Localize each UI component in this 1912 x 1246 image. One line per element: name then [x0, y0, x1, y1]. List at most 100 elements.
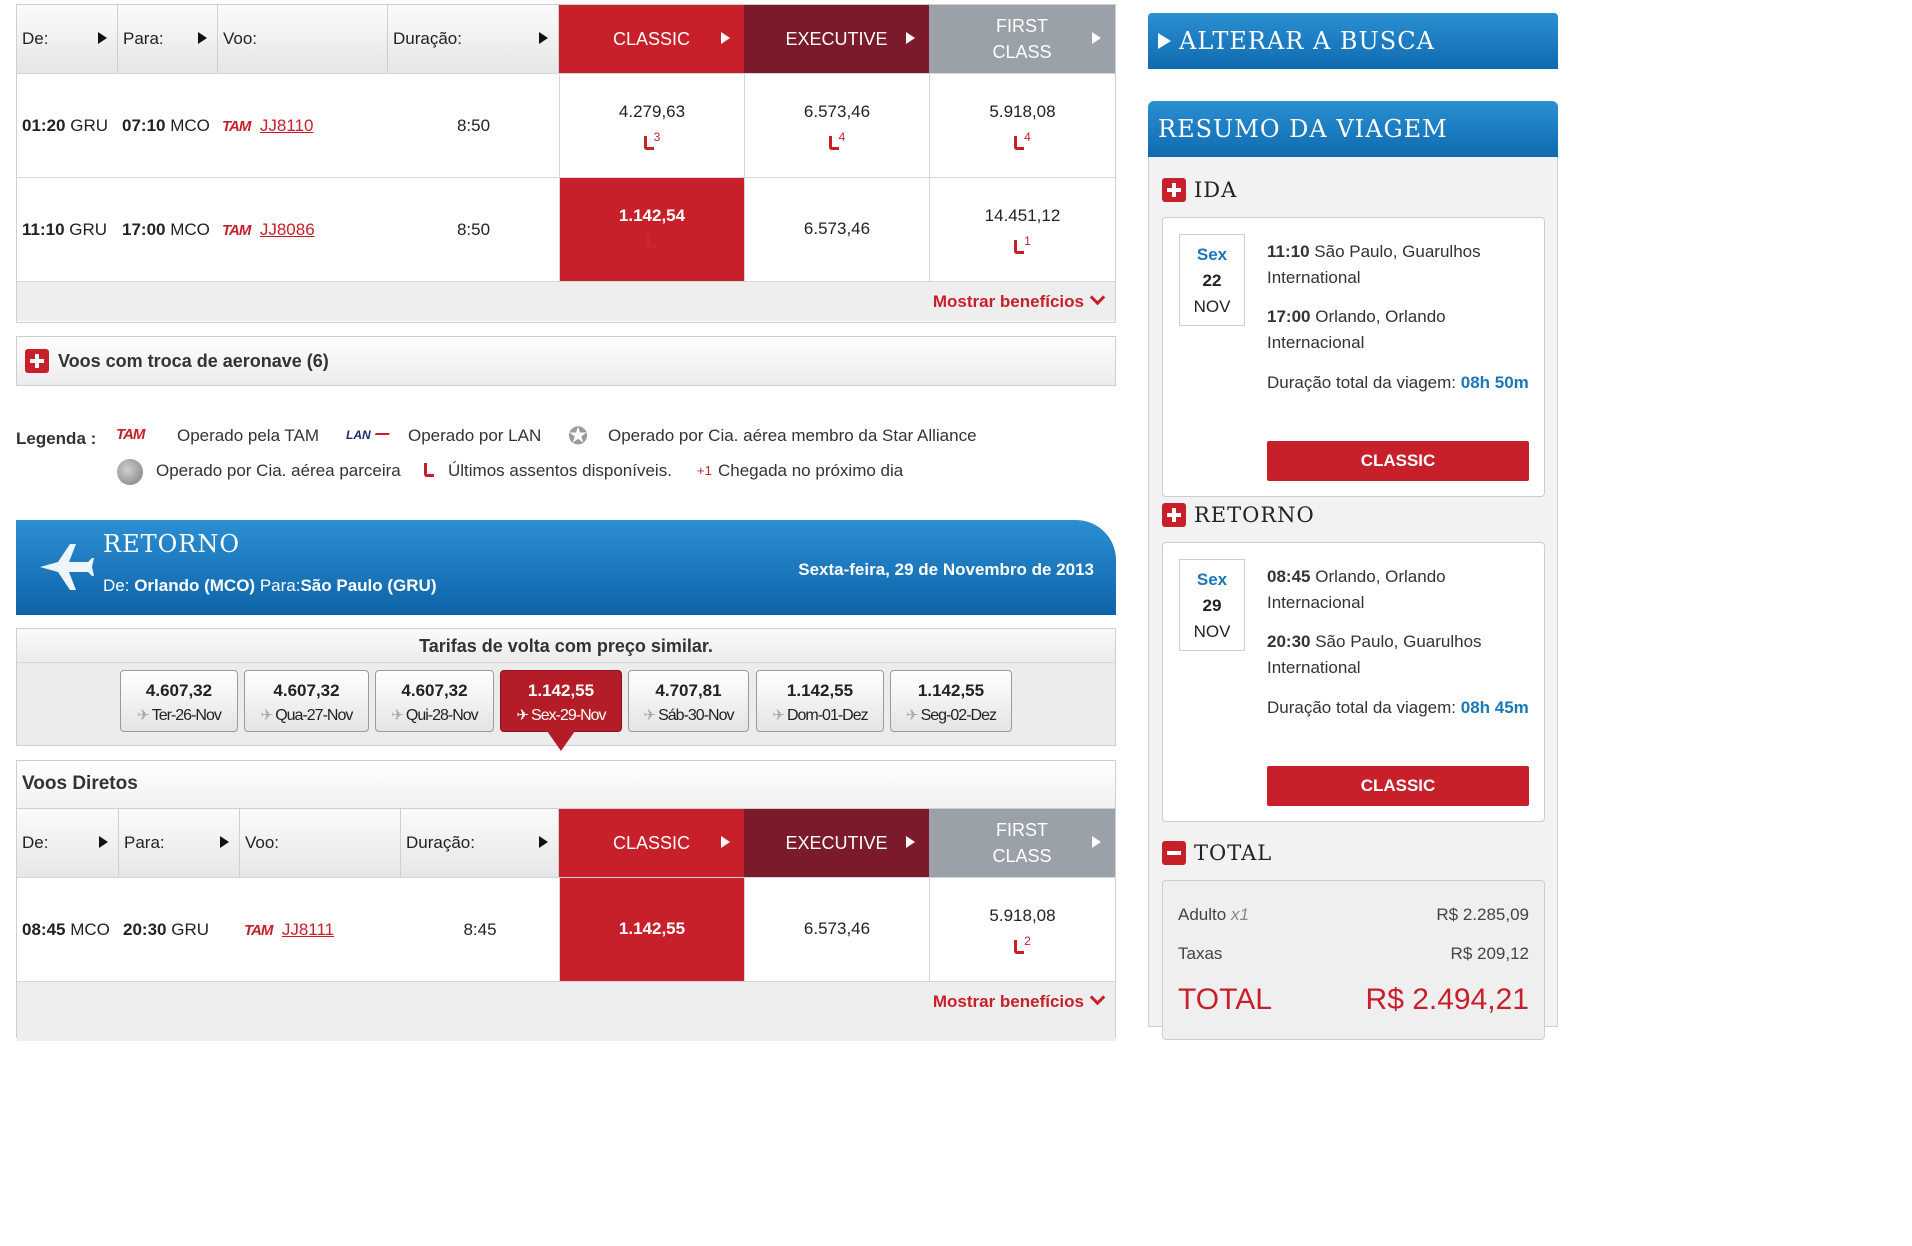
header-first-class[interactable]: FIRST CLASS — [929, 5, 1115, 73]
header-classic[interactable]: CLASSIC — [559, 5, 744, 73]
taxes-value: R$ 209,12 — [1450, 944, 1529, 963]
outbound-departure: 11:10 São Paulo, Guarulhos International — [1267, 242, 1481, 287]
header-to[interactable]: Para: — [119, 809, 240, 877]
tam-logo-icon: TAM — [116, 426, 145, 443]
date-option[interactable]: 4.607,32 ✈ Ter-26-Nov — [120, 670, 238, 732]
legend-last-seats: Últimos assentos disponíveis. — [448, 461, 672, 480]
show-benefits-link[interactable]: Mostrar benefícios — [933, 289, 1106, 312]
legend-partner: Operado por Cia. aérea parceira — [156, 461, 401, 480]
header-to-label: Para: — [123, 29, 164, 48]
flight-link[interactable]: JJ8086 — [260, 220, 315, 240]
return-toggle[interactable]: RETORNO — [1162, 503, 1315, 527]
header-duration[interactable]: Duração: — [388, 5, 559, 73]
outbound-leg-card: Sex 22 NOV 11:10 São Paulo, Guarulhos Inte… — [1162, 217, 1545, 497]
adult-label: Adulto x1 — [1178, 905, 1249, 924]
tam-logo-icon: TAM — [222, 117, 251, 135]
last-seats-icon — [828, 136, 839, 151]
sort-arrow-icon — [1092, 836, 1101, 848]
header-flight: Voo: — [240, 809, 401, 877]
header-executive-label: EXECUTIVE — [785, 29, 888, 49]
outbound-date-badge: Sex 22 NOV — [1179, 234, 1245, 326]
fare-executive[interactable]: 6.573,46 — [744, 178, 929, 282]
connections-toggle[interactable]: Voos com troca de aeronave (6) — [16, 336, 1116, 386]
header-duration-label: Duração: — [393, 29, 462, 48]
fare-first[interactable]: 14.451,12 1 — [929, 178, 1115, 282]
fare-classic-selected[interactable]: 1.142,55 — [559, 878, 744, 982]
chevron-down-icon — [1089, 289, 1106, 306]
date-option[interactable]: 4.707,81 ✈ Sáb-30-Nov — [628, 670, 749, 732]
selected-pointer — [547, 731, 575, 751]
fare-executive[interactable]: 6.573,46 — [744, 878, 929, 982]
legend-tam: Operado pela TAM — [177, 426, 320, 445]
sort-arrow-icon — [906, 32, 915, 44]
plane-icon — [40, 544, 94, 590]
outbound-toggle[interactable]: IDA — [1162, 178, 1237, 202]
last-seats-icon — [1014, 136, 1025, 151]
show-benefits-link[interactable]: Mostrar benefícios — [933, 989, 1106, 1012]
date-option[interactable]: 4.607,32 ✈ Qua-27-Nov — [244, 670, 369, 732]
adult-value: R$ 2.285,09 — [1436, 905, 1529, 924]
date-option[interactable]: 1.142,55 ✈ Seg-02-Dez — [890, 670, 1012, 732]
star-alliance-icon: ✪ — [568, 423, 589, 450]
plane-icon: ✈ — [260, 707, 274, 724]
table-footer: Mostrar benefícios — [17, 281, 1115, 321]
connections-label: Voos com troca de aeronave (6) — [58, 350, 329, 371]
total-card: Adulto x1 R$ 2.285,09 Taxas R$ 209,12 TO… — [1162, 880, 1545, 1040]
header-first-label: FIRST CLASS — [992, 16, 1052, 62]
return-arrival: 20:30 São Paulo, Guarulhos International — [1267, 632, 1482, 677]
outbound-class-button[interactable]: CLASSIC — [1267, 441, 1529, 481]
sort-arrow-icon — [1092, 32, 1101, 44]
sort-arrow-icon — [906, 836, 915, 848]
outbound-flights-table: De: Para: Voo: Duração: CLASSIC EXECUTIV… — [16, 4, 1116, 323]
header-classic[interactable]: CLASSIC — [559, 809, 744, 877]
sort-arrow-icon — [98, 32, 107, 44]
expand-icon — [25, 349, 49, 373]
flight-number: TAM JJ8086 — [222, 178, 382, 282]
fare-first[interactable]: 5.918,08 2 — [929, 878, 1115, 982]
last-seats-icon — [1014, 240, 1025, 255]
trip-summary-title: RESUMO DA VIAGEM — [1158, 115, 1448, 143]
outbound-label: IDA — [1194, 178, 1238, 202]
total-toggle[interactable]: TOTAL — [1162, 841, 1272, 865]
direct-flights-title: Voos Diretos — [22, 773, 138, 794]
taxes-label: Taxas — [1178, 944, 1223, 963]
return-date: Sexta-feira, 29 de Novembro de 2013 — [798, 560, 1094, 579]
outbound-duration: Duração total da viagem: 08h 50m — [1267, 373, 1529, 392]
plus-one-marker: +1 — [697, 463, 712, 478]
header-from[interactable]: De: — [17, 5, 118, 73]
header-duration-label: Duração: — [406, 833, 475, 852]
last-seats-icon — [424, 463, 434, 477]
header-to[interactable]: Para: — [118, 5, 218, 73]
duration: 8:50 — [456, 220, 491, 239]
table-footer: Mostrar benefícios — [17, 981, 1115, 1041]
departure: 11:10 GRU — [22, 220, 108, 239]
tam-logo-icon: TAM — [244, 921, 273, 939]
change-search-button[interactable]: ALTERAR A BUSCA — [1148, 13, 1558, 69]
header-executive[interactable]: EXECUTIVE — [744, 809, 929, 877]
flight-link[interactable]: JJ8110 — [260, 116, 314, 136]
plane-icon: ✈ — [516, 707, 529, 724]
fare-executive[interactable]: 6.573,46 4 — [744, 74, 929, 178]
fare-first[interactable]: 5.918,08 4 — [929, 74, 1115, 178]
sort-arrow-icon — [539, 32, 548, 44]
flight-number: TAM JJ8110 — [222, 74, 382, 178]
date-option[interactable]: 4.607,32 ✈ Qui-28-Nov — [375, 670, 494, 732]
expand-icon — [1162, 178, 1186, 202]
sort-arrow-icon — [721, 32, 730, 44]
play-arrow-icon — [1158, 33, 1171, 49]
header-executive[interactable]: EXECUTIVE — [744, 5, 929, 73]
arrival: 07:10 MCO — [122, 116, 210, 135]
header-first-class[interactable]: FIRST CLASS — [929, 809, 1115, 877]
date-option[interactable]: 1.142,55 ✈ Dom-01-Dez — [756, 670, 884, 732]
fare-classic-selected[interactable]: 1.142,54 — [559, 178, 744, 282]
date-option-selected[interactable]: 1.142,55 ✈ Sex-29-Nov — [500, 670, 622, 732]
header-from[interactable]: De: — [17, 809, 119, 877]
fare-classic[interactable]: 4.279,63 3 — [559, 74, 744, 178]
plane-icon: ✈ — [772, 707, 785, 724]
flight-link[interactable]: JJ8111 — [282, 920, 334, 940]
legend: Legenda : TAM Operado pela TAM LAN Opera… — [16, 422, 1116, 492]
outbound-arrival: 17:00 Orlando, Orlando Internacional — [1267, 307, 1446, 352]
return-class-button[interactable]: CLASSIC — [1267, 766, 1529, 806]
direct-flights-header: Voos Diretos — [16, 760, 1116, 808]
header-duration[interactable]: Duração: — [401, 809, 559, 877]
